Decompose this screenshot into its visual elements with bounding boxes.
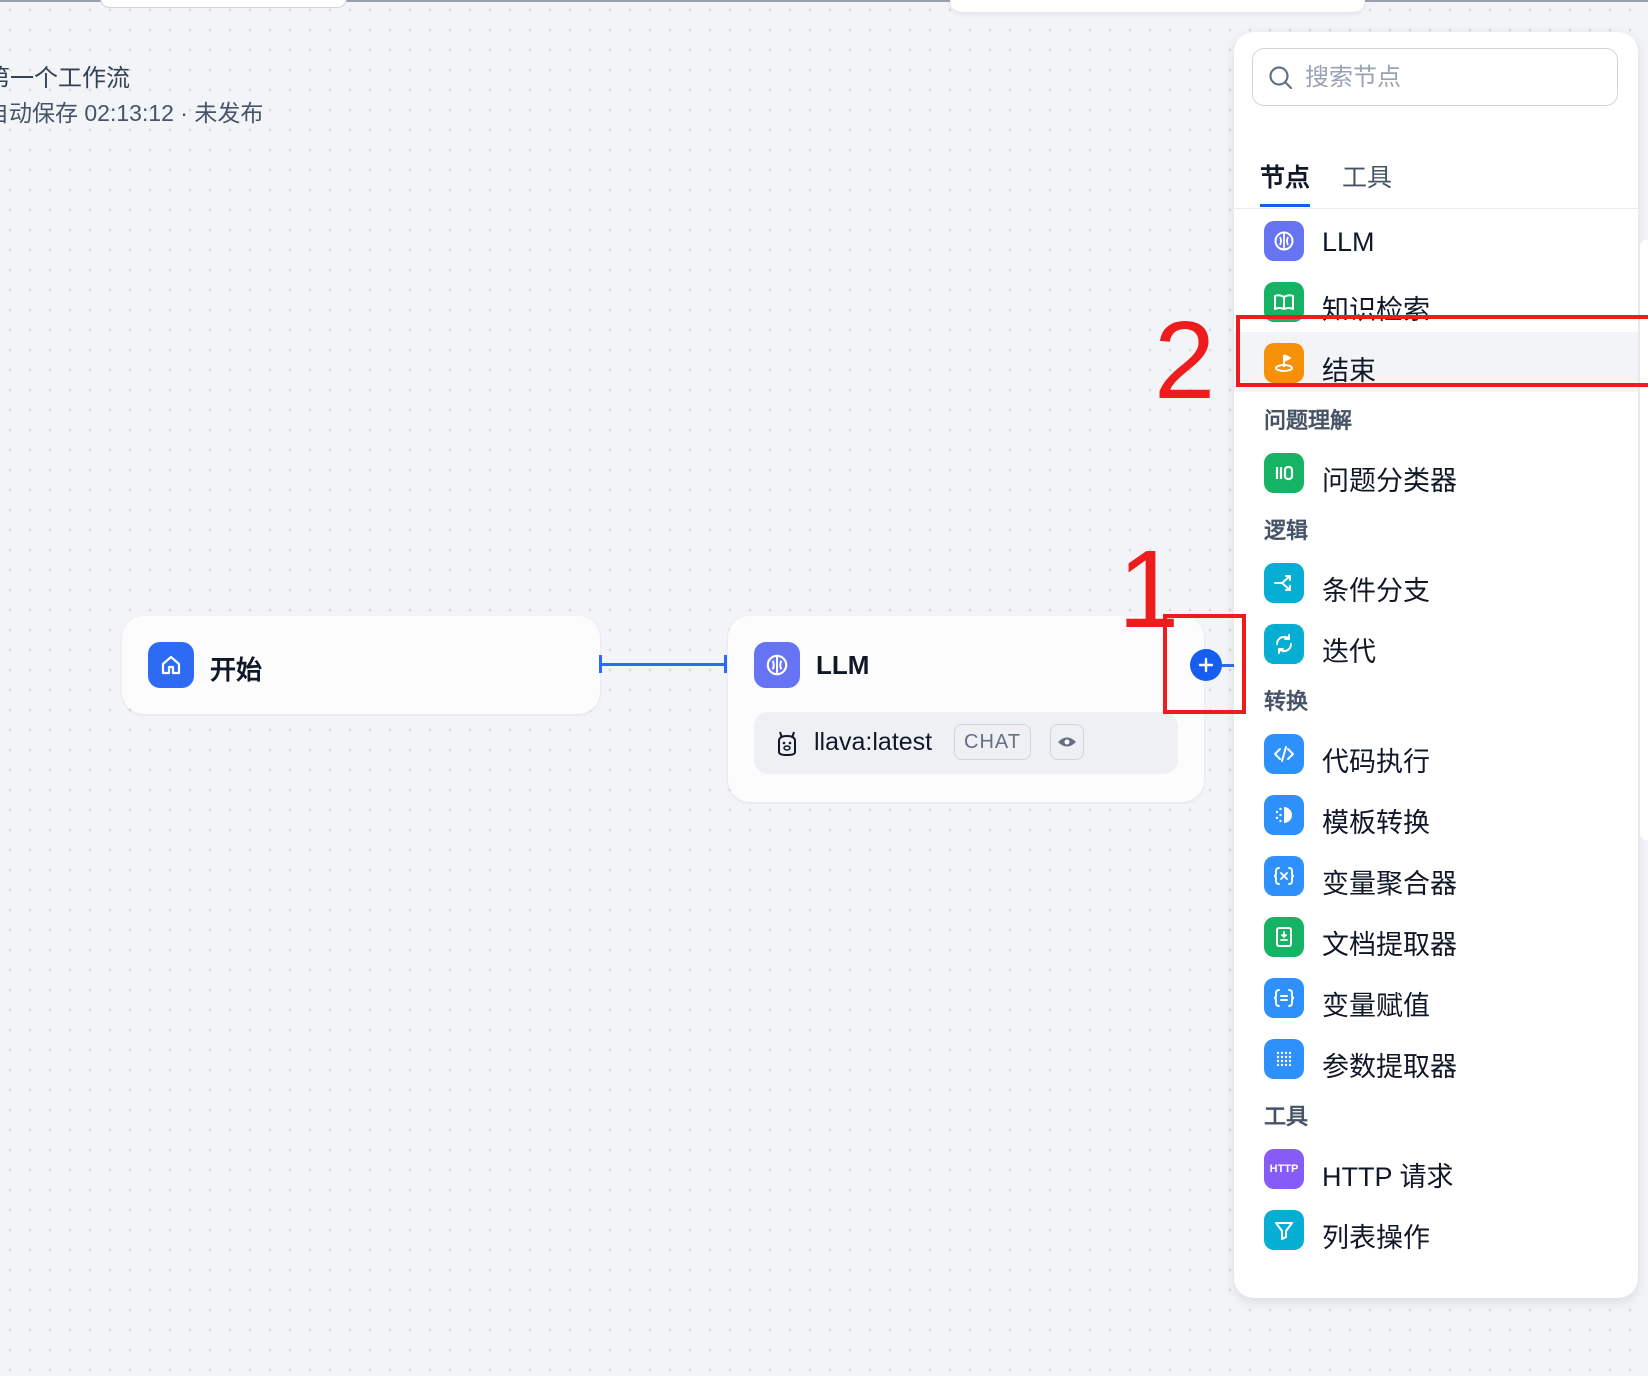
node-item-label: 列表操作 [1322, 1223, 1430, 1253]
tab-tools[interactable]: 工具 [1342, 158, 1392, 204]
llm-node-title: LLM [816, 650, 870, 680]
template-icon [1264, 795, 1304, 835]
node-item-document-extractor[interactable]: 文档提取器 [1234, 906, 1638, 966]
http-icon: HTTP [1264, 1149, 1304, 1189]
node-item-label: 迭代 [1322, 637, 1376, 667]
node-item-label: 条件分支 [1322, 576, 1430, 606]
node-item-question-classifier[interactable]: 问题分类器 [1234, 442, 1638, 502]
home-icon [148, 642, 194, 688]
search-input[interactable] [1303, 60, 1607, 96]
node-item-label: 问题分类器 [1322, 466, 1457, 496]
node-item-parameter-extractor[interactable]: 参数提取器 [1234, 1028, 1638, 1088]
ollama-llama-icon [772, 728, 802, 758]
classifier-icon [1264, 453, 1304, 493]
branch-icon [1264, 563, 1304, 603]
node-item-http-request[interactable]: HTTP HTTP 请求 [1234, 1138, 1638, 1198]
node-item-llm[interactable]: LLM [1234, 210, 1638, 270]
start-node[interactable]: 开始 [122, 616, 600, 714]
vision-eye-icon [1050, 724, 1084, 760]
top-toolbar-left[interactable] [100, 0, 347, 8]
filter-icon [1264, 1210, 1304, 1250]
node-item-label: 参数提取器 [1322, 1052, 1457, 1082]
node-item-template[interactable]: 模板转换 [1234, 784, 1638, 844]
annotation-step-2: 2 [1154, 299, 1216, 422]
node-item-label: 变量赋值 [1322, 991, 1430, 1021]
node-item-code[interactable]: 代码执行 [1234, 723, 1638, 783]
search-icon [1267, 64, 1295, 97]
variable-icon [1264, 856, 1304, 896]
section-question-understanding: 问题理解 [1264, 408, 1353, 433]
grid-icon [1264, 1039, 1304, 1079]
start-node-title: 开始 [210, 655, 263, 685]
tab-nodes[interactable]: 节点 [1260, 158, 1311, 207]
mode-badge: CHAT [954, 724, 1031, 760]
node-item-label: 变量聚合器 [1322, 869, 1457, 899]
node-item-variable-assign[interactable]: 变量赋值 [1234, 967, 1638, 1027]
brain-icon [1264, 221, 1304, 261]
edge-handle-target[interactable] [724, 655, 727, 673]
document-icon [1264, 917, 1304, 957]
model-name: llava:latest [814, 728, 933, 756]
node-item-list-operation[interactable]: 列表操作 [1234, 1199, 1638, 1259]
section-logic: 逻辑 [1264, 518, 1309, 543]
annotation-box-1 [1163, 614, 1246, 714]
http-icon-text: HTTP [1269, 1163, 1299, 1175]
code-icon [1264, 734, 1304, 774]
node-item-condition-branch[interactable]: 条件分支 [1234, 552, 1638, 612]
model-selector[interactable]: llava:latest CHAT [754, 712, 1178, 774]
edge-handle-source[interactable] [599, 655, 602, 673]
annotation-box-2 [1236, 315, 1648, 387]
top-toolbar-center[interactable] [950, 0, 1365, 12]
node-item-label: 模板转换 [1322, 808, 1430, 838]
node-item-label: 代码执行 [1322, 747, 1430, 777]
workflow-title: 第一个工作流 [0, 65, 130, 92]
node-item-label: LLM [1322, 227, 1375, 257]
node-item-label: HTTP 请求 [1322, 1162, 1454, 1192]
assign-icon [1264, 978, 1304, 1018]
node-item-variable-aggregator[interactable]: 变量聚合器 [1234, 845, 1638, 905]
brain-icon [754, 642, 800, 688]
workflow-status: 自动保存 02:13:12 · 未发布 [0, 100, 264, 126]
node-item-iteration[interactable]: 迭代 [1234, 613, 1638, 673]
loop-icon [1264, 624, 1304, 664]
picker-tabs: 节点 工具 [1234, 124, 1638, 209]
section-transform: 转换 [1264, 689, 1309, 714]
search-box[interactable] [1252, 48, 1618, 106]
section-tools: 工具 [1264, 1104, 1309, 1129]
edge-start-llm [600, 663, 726, 666]
node-picker-panel: 节点 工具 LLM 知识检索 结束 问题理解 问题分类器 [1234, 32, 1638, 1298]
node-item-label: 文档提取器 [1322, 930, 1457, 960]
